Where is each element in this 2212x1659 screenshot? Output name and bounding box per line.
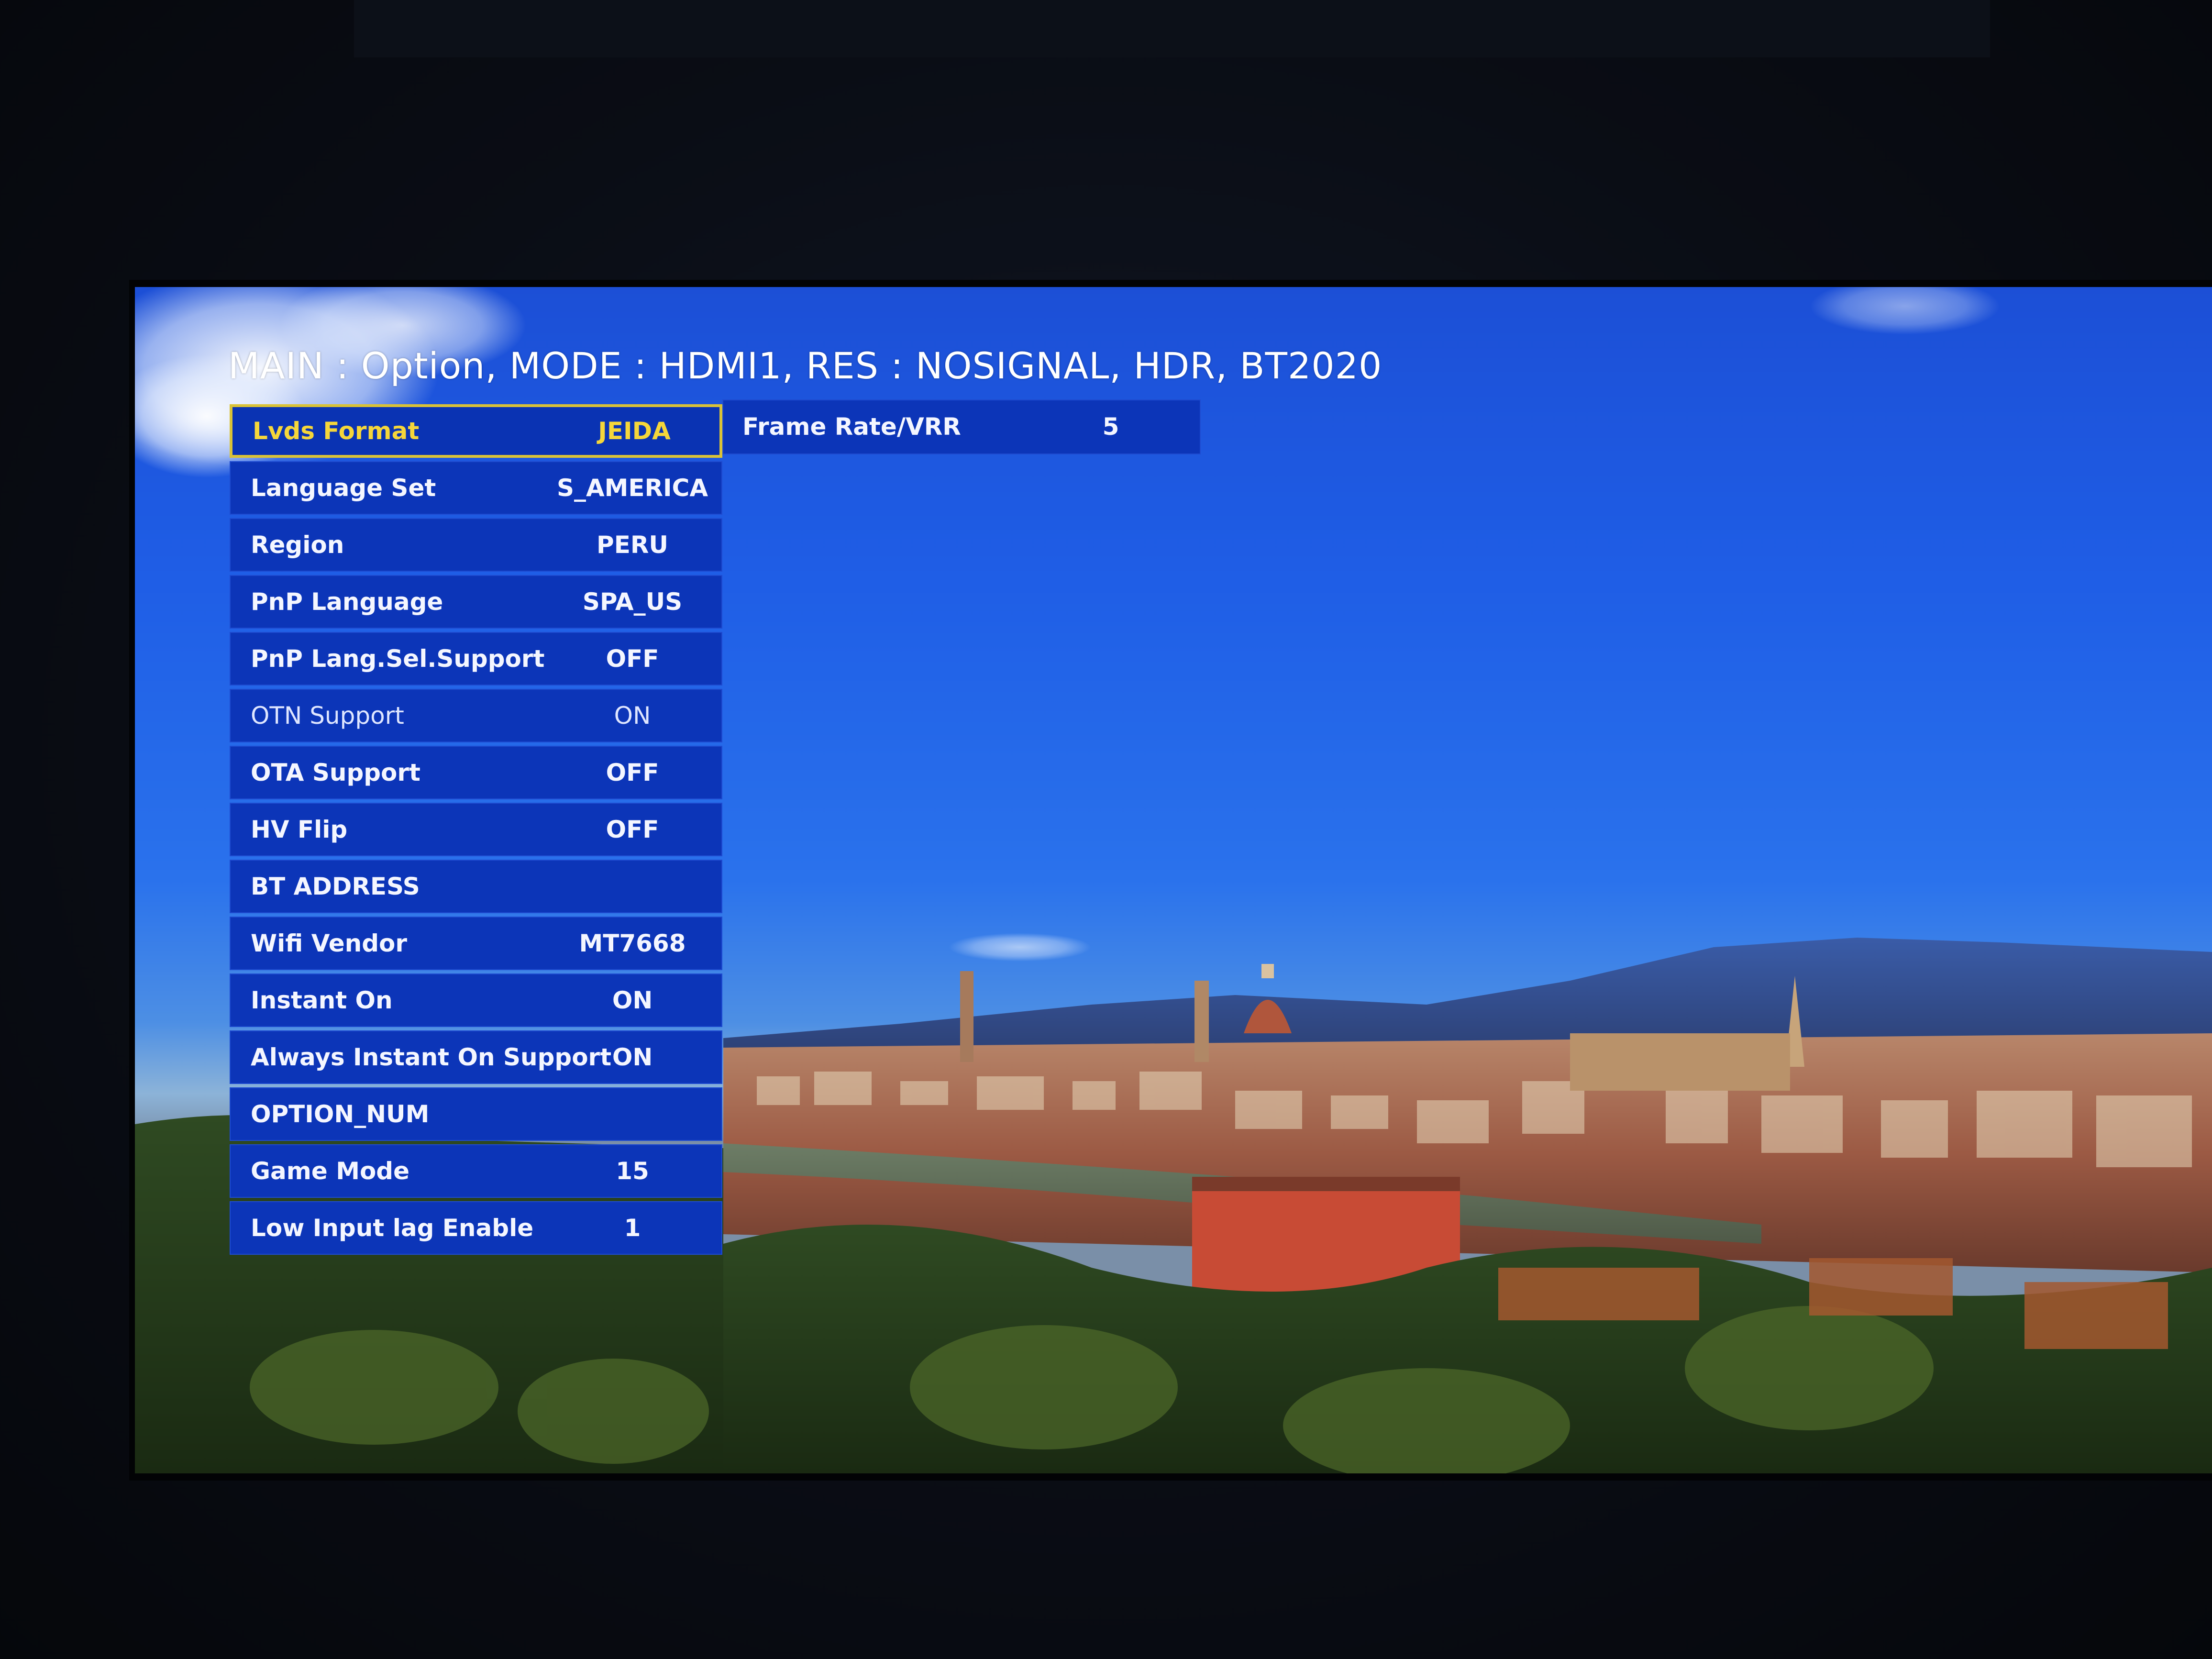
menu-item-wifi-vendor[interactable]: Wifi Vendor MT7668 (230, 917, 722, 970)
menu-item-label: PnP Lang.Sel.Support (251, 645, 545, 673)
menu-item-low-input-lag-enable[interactable]: Low Input lag Enable 1 (230, 1201, 722, 1255)
menu-item-pnp-lang-sel-support[interactable]: PnP Lang.Sel.Support OFF (230, 632, 722, 686)
menu-item-hv-flip[interactable]: HV Flip OFF (230, 803, 722, 856)
menu-item-value: ON (614, 702, 651, 730)
menu-item-otn-support[interactable]: OTN Support ON (230, 689, 722, 742)
tv-screen: MAIN : Option, MODE : HDMI1, RES : NOSIG… (135, 287, 2212, 1473)
service-menu-list: Lvds Format JEIDA Language Set S_AMERICA… (230, 404, 722, 1258)
menu-item-always-instant-on-support[interactable]: Always Instant On Support ON (230, 1030, 722, 1084)
menu-item-game-mode[interactable]: Game Mode 15 (230, 1144, 722, 1198)
menu-item-language-set[interactable]: Language Set S_AMERICA (230, 461, 722, 515)
menu-item-bt-address[interactable]: BT ADDRESS (230, 860, 722, 913)
menu-item-value: 15 (616, 1157, 649, 1185)
menu-item-ota-support[interactable]: OTA Support OFF (230, 746, 722, 799)
submenu-item-label: Frame Rate/VRR (742, 413, 961, 441)
menu-item-value: MT7668 (579, 929, 686, 957)
menu-item-value: OFF (606, 645, 659, 673)
menu-item-lvds-format[interactable]: Lvds Format JEIDA (230, 404, 722, 458)
menu-item-label: HV Flip (251, 816, 348, 843)
submenu-item-value: 5 (1102, 413, 1119, 441)
menu-item-pnp-language[interactable]: PnP Language SPA_US (230, 575, 722, 629)
menu-item-instant-on[interactable]: Instant On ON (230, 973, 722, 1027)
menu-item-value: ON (612, 1043, 653, 1071)
menu-item-value: JEIDA (598, 417, 671, 445)
osd-header-title: MAIN : Option, MODE : HDMI1, RES : NOSIG… (228, 344, 1382, 387)
menu-item-label: BT ADDRESS (251, 873, 420, 900)
menu-item-label: OTA Support (251, 759, 420, 786)
menu-item-label: Wifi Vendor (251, 929, 408, 957)
menu-item-label: Region (251, 531, 344, 559)
menu-item-label: OTN Support (251, 702, 404, 730)
menu-item-label: OPTION_NUM (251, 1100, 430, 1128)
menu-item-value: OFF (606, 759, 659, 786)
menu-item-value: ON (612, 986, 653, 1014)
menu-item-value: SPA_US (582, 588, 683, 616)
menu-item-value: 1 (624, 1214, 641, 1242)
menu-item-label: Instant On (251, 986, 393, 1014)
menu-item-label: PnP Language (251, 588, 443, 616)
submenu-item-frame-rate-vrr[interactable]: Frame Rate/VRR 5 (722, 399, 1201, 454)
menu-item-region[interactable]: Region PERU (230, 518, 722, 572)
menu-item-label: Game Mode (251, 1157, 410, 1185)
menu-item-value: OFF (606, 816, 659, 843)
menu-item-label: Low Input lag Enable (251, 1214, 534, 1242)
menu-item-label: Language Set (251, 474, 436, 502)
menu-item-value: PERU (597, 531, 668, 559)
menu-item-value: S_AMERICA (556, 474, 708, 502)
menu-item-option-num[interactable]: OPTION_NUM (230, 1087, 722, 1141)
menu-item-label: Lvds Format (253, 417, 420, 445)
ceiling-edge (354, 0, 1990, 57)
